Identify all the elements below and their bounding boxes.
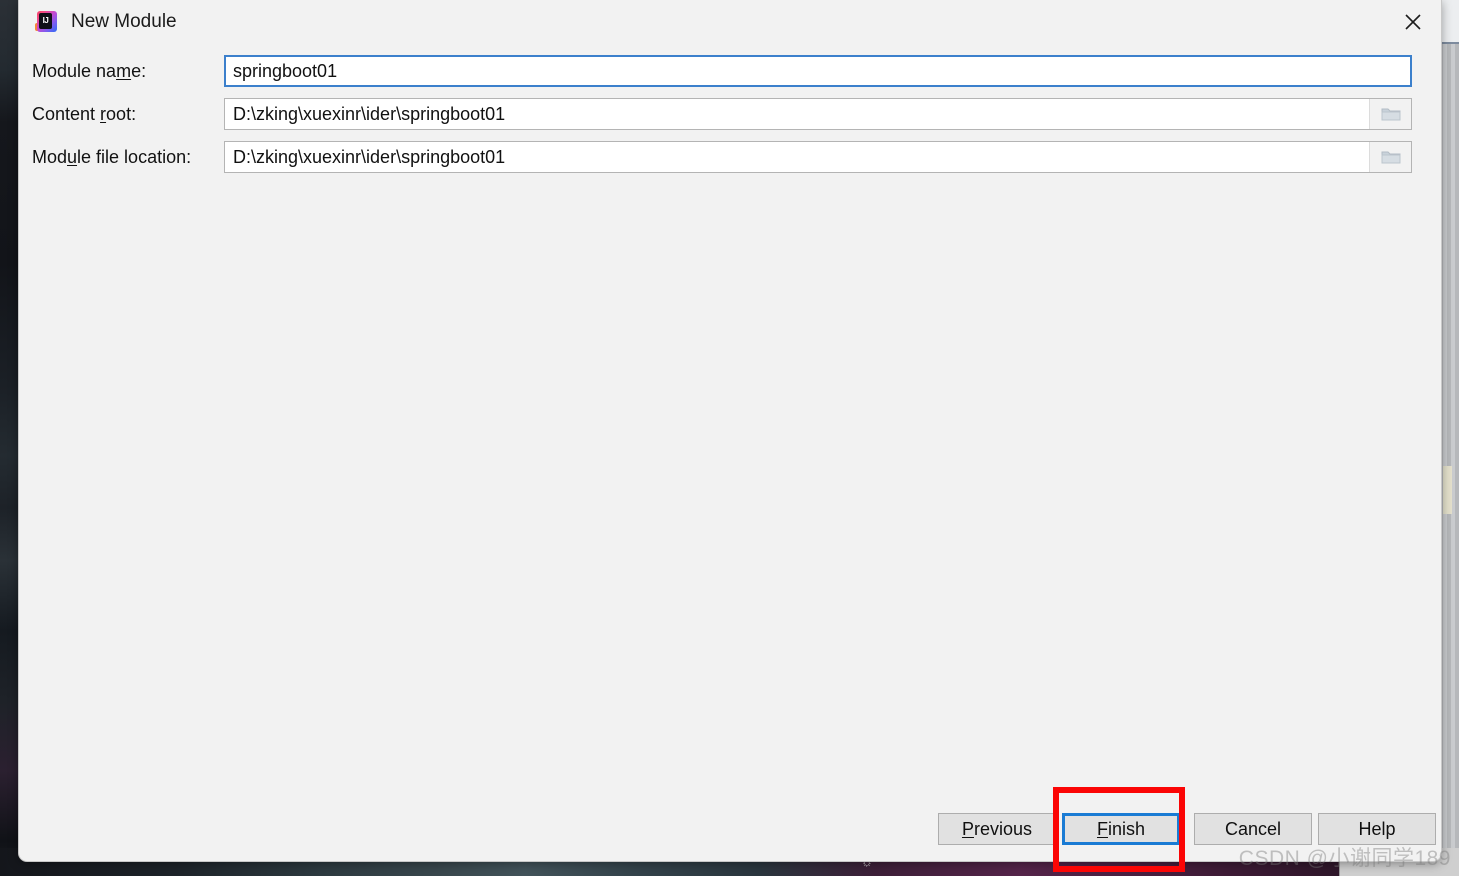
- module-file-location-input[interactable]: [224, 141, 1412, 173]
- content-root-field-wrap: [224, 98, 1412, 130]
- content-root-input[interactable]: [224, 98, 1412, 130]
- content-root-label: Content root:: [32, 103, 137, 124]
- form-row-content-root: Content root:: [19, 98, 1441, 130]
- watermark: CSDN @小谢同学189: [1238, 847, 1451, 870]
- help-button[interactable]: Help: [1318, 813, 1436, 845]
- scrollbar-marker: [1443, 466, 1452, 514]
- intellij-idea-logo-icon: IJ: [35, 10, 59, 34]
- module-name-label: Module name:: [32, 60, 147, 81]
- cancel-button[interactable]: Cancel: [1194, 813, 1312, 845]
- mnemonic-letter: P: [961, 818, 974, 839]
- folder-icon: [1381, 151, 1400, 164]
- scrollbar-lane: [1443, 0, 1447, 876]
- previous-button[interactable]: Previous: [938, 813, 1056, 845]
- new-module-dialog: IJ New Module Module name: Content root: [18, 0, 1442, 862]
- scrollbar-lane: [1451, 0, 1455, 876]
- mnemonic-letter: m: [116, 60, 132, 81]
- module-name-field-wrap: [224, 55, 1412, 87]
- dialog-titlebar: IJ New Module: [19, 0, 1441, 44]
- form-row-module-name: Module name:: [19, 55, 1441, 87]
- mnemonic-letter: u: [67, 146, 78, 167]
- folder-icon: [1381, 108, 1400, 121]
- ide-background-right-scrollbar[interactable]: [1440, 0, 1459, 876]
- ide-background-right-top: [1440, 0, 1459, 44]
- content-root-browse-button[interactable]: [1369, 99, 1411, 129]
- dialog-footer: Previous Finish Cancel Help: [19, 799, 1441, 861]
- module-file-location-field-wrap: [224, 141, 1412, 173]
- module-file-location-browse-button[interactable]: [1369, 142, 1411, 172]
- form-row-module-file-location: Module file location:: [19, 141, 1441, 173]
- ide-background-left: [0, 0, 20, 876]
- module-file-location-label: Module file location:: [32, 146, 192, 167]
- module-name-input[interactable]: [224, 55, 1412, 87]
- finish-button[interactable]: Finish: [1062, 813, 1180, 845]
- screen: ☼ IJ New Module Module name:: [0, 0, 1459, 876]
- close-icon[interactable]: [1385, 0, 1441, 44]
- mnemonic-letter: F: [1096, 818, 1108, 839]
- dialog-title: New Module: [71, 11, 177, 32]
